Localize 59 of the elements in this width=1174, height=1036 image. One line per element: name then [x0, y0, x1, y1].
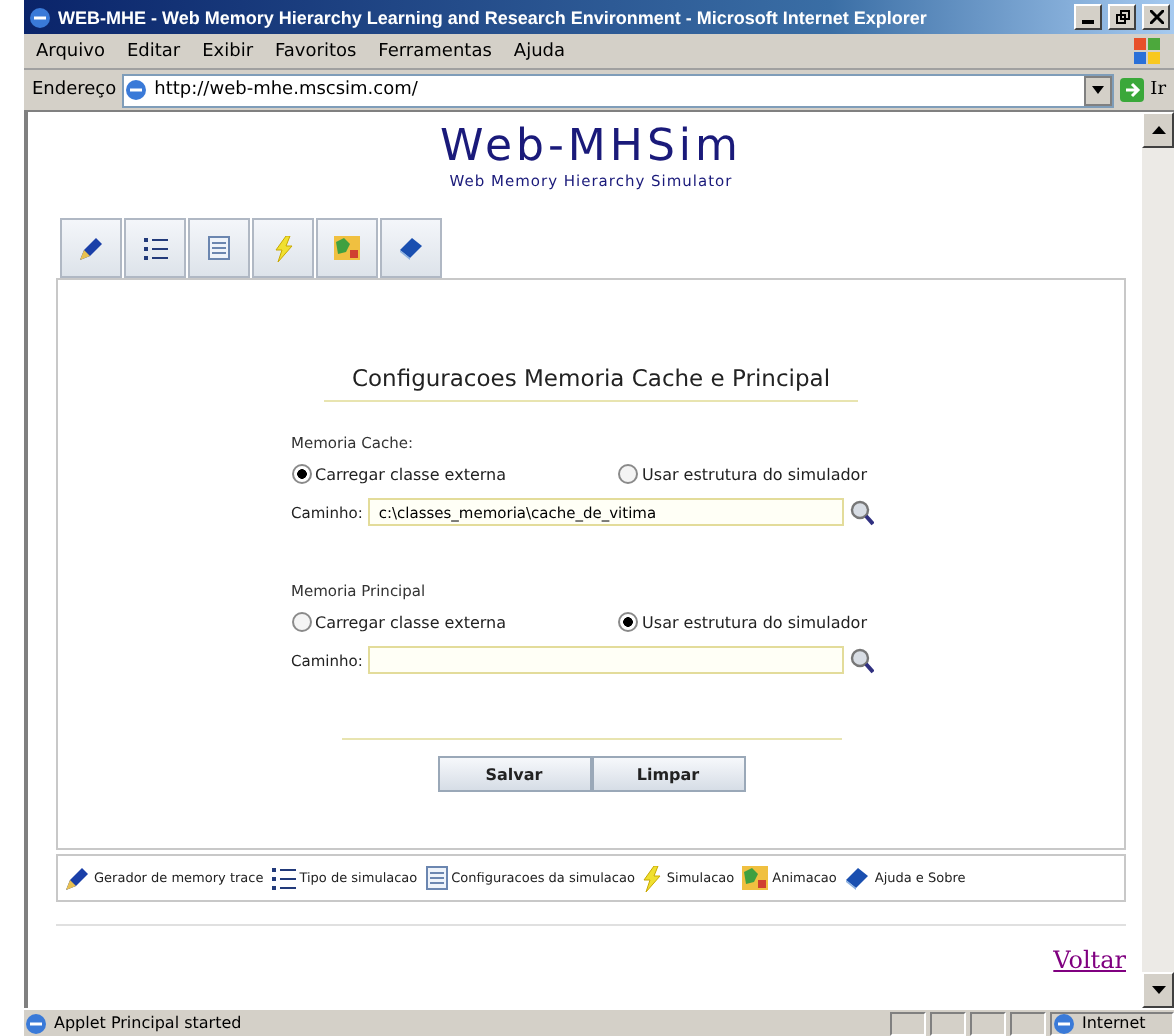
- menu-item[interactable]: Editar: [126, 41, 181, 61]
- pen-icon: [64, 865, 90, 892]
- form-heading: Configuracoes Memoria Cache e Principal: [323, 364, 859, 403]
- radio-button[interactable]: [618, 464, 639, 485]
- caret-icon: [1092, 86, 1105, 94]
- restore-button[interactable]: [1108, 4, 1136, 30]
- logo-title: Web-MHSim: [440, 124, 742, 173]
- restore-icon: [1115, 10, 1129, 24]
- list-icon: [143, 237, 167, 260]
- zone-indicator: Internet: [1050, 1011, 1174, 1035]
- back-link[interactable]: Voltar: [1053, 946, 1126, 975]
- book-icon: [398, 236, 424, 261]
- menu-item[interactable]: Ajuda: [513, 41, 565, 61]
- toolbar-button[interactable]: [380, 218, 442, 279]
- document-list-icon: [425, 866, 448, 891]
- form-button[interactable]: Salvar: [437, 756, 591, 793]
- radio-option[interactable]: Usar estrutura do simulador: [618, 464, 867, 485]
- radio-option[interactable]: Usar estrutura do simulador: [618, 612, 867, 633]
- window-title: WEB-MHE - Web Memory Hierarchy Learning and Research Environment - Microsoft Internet Explorer: [58, 7, 929, 27]
- path-field[interactable]: [368, 646, 845, 675]
- menu-item[interactable]: Arquivo: [36, 41, 105, 61]
- radio-option[interactable]: Carregar classe externa: [291, 612, 507, 633]
- radio-button[interactable]: [291, 612, 311, 633]
- scroll-up-button[interactable]: [1142, 112, 1174, 148]
- status-pane: [890, 1011, 926, 1035]
- menu-item[interactable]: Favoritos: [275, 41, 357, 61]
- pen-icon: [78, 235, 104, 262]
- lightning-icon: [273, 235, 293, 262]
- address-field[interactable]: http://web-mhe.mscsim.com/: [122, 73, 1115, 107]
- radio-button[interactable]: [618, 612, 639, 633]
- toolbar-button[interactable]: [60, 218, 122, 279]
- windows-logo-icon: [1134, 38, 1162, 64]
- book-icon: [844, 866, 871, 891]
- document-list-icon: [208, 236, 230, 261]
- status-pane: [930, 1011, 966, 1035]
- down-arrow-icon: [1151, 986, 1165, 994]
- scrollbar[interactable]: [1142, 112, 1174, 1008]
- close-button[interactable]: [1142, 4, 1170, 30]
- close-icon: [1149, 10, 1163, 24]
- dropdown-button[interactable]: [1084, 75, 1113, 105]
- minimize-button[interactable]: [1074, 4, 1102, 30]
- toolbar-button[interactable]: [124, 218, 186, 279]
- search-icon[interactable]: [850, 499, 875, 526]
- list-icon: [271, 867, 296, 890]
- address-label: Endereço: [32, 80, 117, 100]
- menu-item[interactable]: Exibir: [202, 41, 254, 61]
- lightning-icon: [642, 865, 663, 892]
- search-icon[interactable]: [850, 647, 875, 674]
- status-pane: [970, 1011, 1006, 1035]
- map-icon: [742, 866, 769, 891]
- radio-button[interactable]: [291, 464, 311, 485]
- menu-item[interactable]: Ferramentas: [378, 41, 492, 61]
- radio-option[interactable]: Carregar classe externa: [291, 464, 507, 485]
- status-pane: [1010, 1011, 1046, 1035]
- status-message: Applet Principal started: [24, 1011, 886, 1035]
- up-arrow-icon: [1151, 126, 1165, 134]
- map-icon: [334, 236, 360, 261]
- form-button[interactable]: Limpar: [591, 756, 745, 793]
- scroll-down-button[interactable]: [1142, 972, 1174, 1008]
